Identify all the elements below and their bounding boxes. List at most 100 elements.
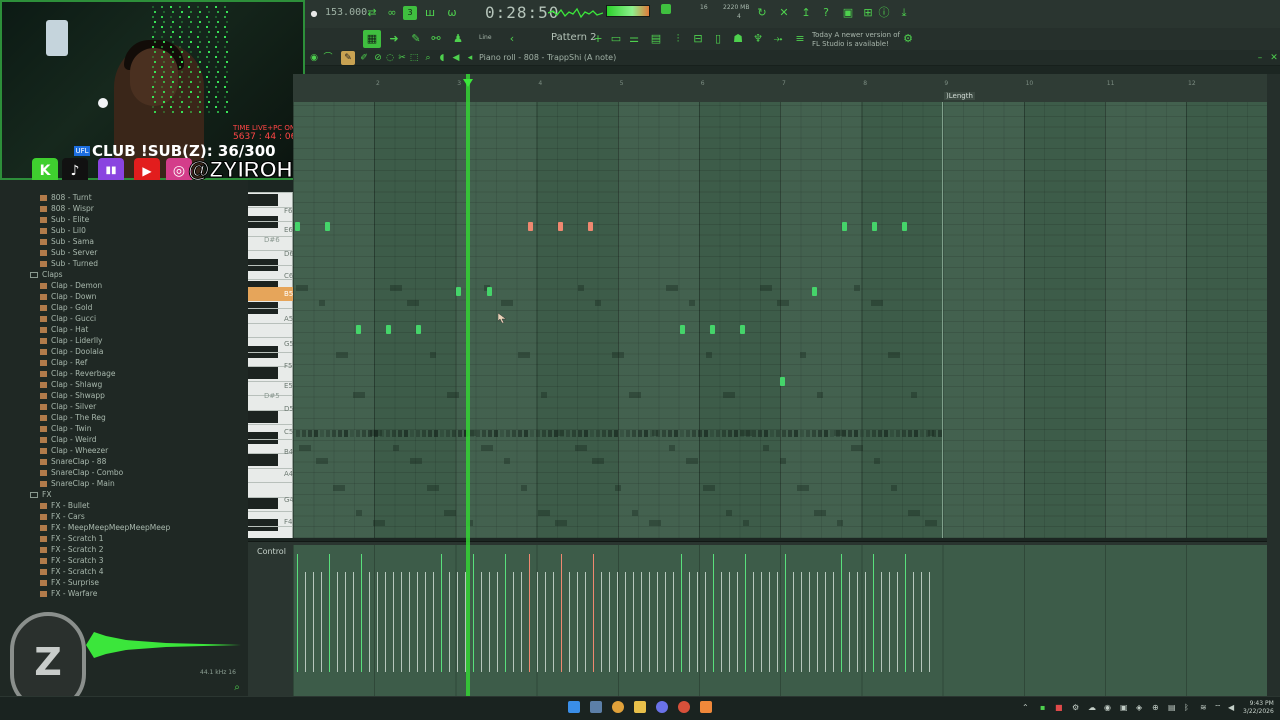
playback-tool-icon[interactable]: ◖ — [435, 51, 449, 65]
network-icon[interactable]: ≋ — [1200, 703, 1207, 712]
update-notice[interactable]: Today A newer version of FL Studio is av… — [812, 31, 900, 49]
velocity-bar[interactable] — [537, 572, 538, 672]
record-icon[interactable]: ● — [307, 7, 321, 21]
note[interactable] — [356, 325, 361, 334]
velocity-bar[interactable] — [921, 572, 922, 672]
tray-app2-icon[interactable]: ▣ — [1120, 703, 1128, 712]
velocity-bar[interactable] — [297, 554, 298, 672]
velocity-bar[interactable] — [761, 572, 762, 672]
browser-item[interactable]: 808 - Turnt — [40, 192, 92, 203]
volume-icon[interactable]: ◀ — [1228, 703, 1234, 712]
velocity-bar[interactable] — [929, 572, 930, 672]
velocity-bar[interactable] — [665, 572, 666, 672]
note[interactable] — [588, 222, 593, 231]
velocity-bar[interactable] — [337, 572, 338, 672]
velocity-bar[interactable] — [745, 554, 746, 672]
playhead-marker[interactable] — [463, 79, 473, 87]
start-icon[interactable] — [568, 701, 580, 713]
velocity-bar[interactable] — [913, 572, 914, 672]
piano-roll-menu-icon[interactable]: ◉ — [307, 51, 321, 65]
note[interactable] — [740, 325, 745, 334]
pencil-tool-icon[interactable]: ✎ — [341, 51, 355, 65]
browser-item[interactable]: Clap - Gold — [40, 302, 92, 313]
velocity-bar[interactable] — [881, 572, 882, 672]
velocity-bar[interactable] — [705, 572, 706, 672]
chrome-icon[interactable] — [612, 701, 624, 713]
browser-item[interactable]: 808 - Wispr — [40, 203, 94, 214]
velocity-bar[interactable] — [433, 572, 434, 672]
browser-item[interactable]: Sub - Elite — [40, 214, 89, 225]
magnet-icon[interactable]: ⌒ — [321, 51, 335, 65]
velocity-bar[interactable] — [777, 572, 778, 672]
note[interactable] — [325, 222, 330, 231]
tray-app-icon[interactable]: ▪ — [1040, 703, 1045, 712]
browser-item[interactable]: FX - Surprise — [40, 577, 99, 588]
velocity-bar[interactable] — [649, 572, 650, 672]
velocity-bar[interactable] — [593, 554, 594, 672]
velocity-bar[interactable] — [769, 572, 770, 672]
snap-label[interactable]: Line — [479, 34, 492, 41]
task-view-icon[interactable] — [590, 701, 602, 713]
help-icon[interactable]: ? — [819, 6, 833, 20]
discord-icon[interactable] — [656, 701, 668, 713]
velocity-bar[interactable] — [329, 554, 330, 672]
velocity-bar[interactable] — [641, 572, 642, 672]
speaker-icon[interactable]: ◀ — [449, 51, 463, 65]
nav-left-icon[interactable]: ◂ — [463, 51, 477, 65]
timeline-ruler[interactable] — [293, 74, 1267, 102]
cursor-icon[interactable]: ↥ — [799, 6, 813, 20]
velocity-bar[interactable] — [473, 554, 474, 672]
velocity-bar[interactable] — [713, 554, 714, 672]
vertical-scrollbar[interactable] — [1267, 74, 1280, 696]
playhead[interactable] — [466, 74, 470, 696]
play-arrow-icon[interactable]: ➜ — [387, 32, 401, 46]
select-tool-icon[interactable]: ⬚ — [407, 51, 421, 65]
velocity-bar[interactable] — [873, 554, 874, 672]
pattern-selector[interactable]: Pattern 2 — [551, 32, 597, 43]
arrow-icon[interactable]: ⤞ — [771, 32, 785, 46]
velocity-bar[interactable] — [793, 572, 794, 672]
browser-item[interactable]: Sub - Sama — [40, 236, 94, 247]
velocity-bar[interactable] — [377, 572, 378, 672]
note[interactable] — [842, 222, 847, 231]
browser-item[interactable]: Clap - The Reg — [40, 412, 106, 423]
wifi-icon[interactable]: ⌔ — [1214, 703, 1222, 713]
stamp-icon[interactable]: ♟ — [451, 32, 465, 46]
browser-item[interactable]: Clap - Silver — [40, 401, 96, 412]
velocity-bar[interactable] — [497, 572, 498, 672]
draw-tool-icon[interactable]: ✎ — [409, 32, 423, 46]
black-key[interactable] — [248, 194, 278, 206]
brush-tool-icon[interactable]: ✐ — [357, 51, 371, 65]
velocity-bar[interactable] — [785, 554, 786, 672]
browser-item[interactable]: Clap - Hat — [40, 324, 88, 335]
velocity-bar[interactable] — [353, 572, 354, 672]
fl-studio-icon[interactable] — [700, 701, 712, 713]
velocity-bar[interactable] — [817, 572, 818, 672]
note[interactable] — [680, 325, 685, 334]
black-key[interactable] — [248, 367, 278, 379]
note[interactable] — [902, 222, 907, 231]
browser-item[interactable]: Clap - Doolala — [40, 346, 103, 357]
browser-item[interactable]: Clap - Twin — [40, 423, 91, 434]
browser-item[interactable]: FX - MeepMeepMeepMeepMeep — [40, 522, 170, 533]
tray-app4-icon[interactable]: ⊕ — [1152, 703, 1159, 712]
refresh-icon[interactable]: ↻ — [755, 6, 769, 20]
loop-record-icon[interactable]: ω — [445, 6, 459, 20]
velocity-bar[interactable] — [393, 572, 394, 672]
black-key[interactable] — [248, 216, 278, 228]
velocity-bar[interactable] — [361, 554, 362, 672]
velocity-bar[interactable] — [857, 572, 858, 672]
save-icon[interactable]: ▣ — [841, 6, 855, 20]
black-key[interactable] — [248, 411, 278, 423]
browser-item[interactable]: SnareClap - Main — [40, 478, 115, 489]
velocity-bar[interactable] — [657, 572, 658, 672]
file-explorer-icon[interactable] — [634, 701, 646, 713]
blend-icon[interactable]: ш — [423, 6, 437, 20]
velocity-bar[interactable] — [825, 572, 826, 672]
velocity-bar[interactable] — [369, 572, 370, 672]
velocity-bar[interactable] — [401, 572, 402, 672]
velocity-bar[interactable] — [697, 572, 698, 672]
download-icon[interactable]: ⤓ — [897, 6, 911, 20]
tray-cloud-icon[interactable]: ☁ — [1088, 703, 1096, 712]
browser-item[interactable]: SnareClap - Combo — [40, 467, 123, 478]
